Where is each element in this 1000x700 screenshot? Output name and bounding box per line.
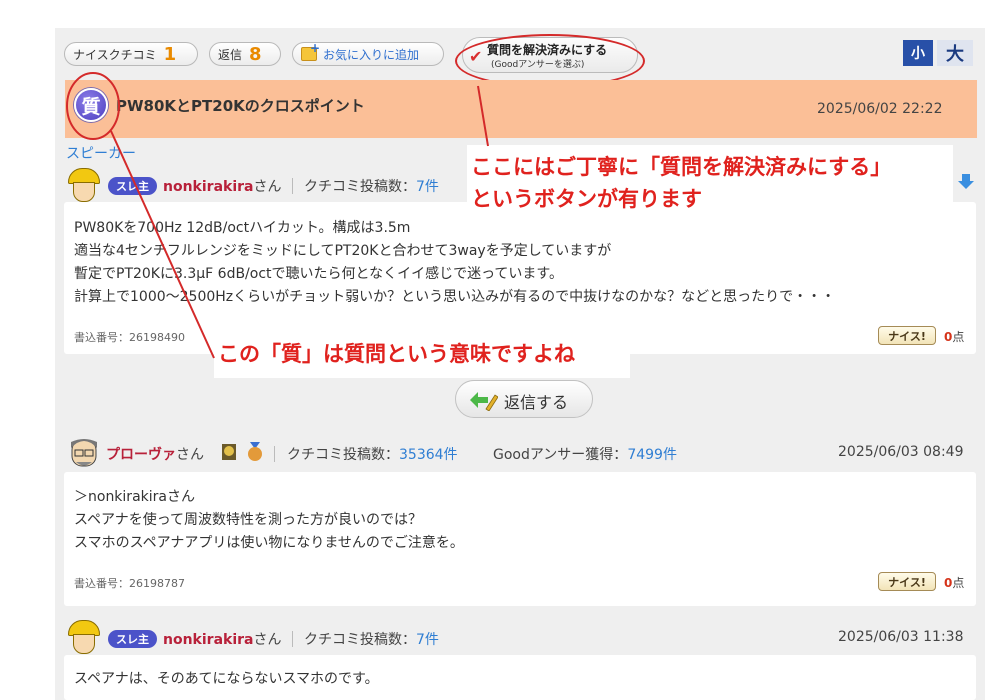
add-favorite-button[interactable]: お気に入りに追加 (292, 41, 444, 66)
nice-button[interactable]: ナイス! (878, 326, 936, 345)
question-date: 2025/06/02 22:22 (817, 101, 943, 117)
post-count: クチコミ投稿数：7件 (304, 179, 439, 195)
medal-icon (248, 442, 262, 461)
category-link[interactable]: スピーカー (66, 143, 136, 163)
post-text-line: スペアナを使って周波数特性を測った方が良いのでは？ (74, 512, 423, 528)
nice-kuchikomi-count: 1 (163, 43, 177, 65)
post-text-line: ＞nonkirakiraさん (74, 489, 195, 505)
thread-owner-badge: スレ主 (108, 177, 157, 195)
reply-count-button[interactable]: 返信 8 (209, 42, 281, 66)
nice-count: 0点 (944, 330, 965, 344)
annotation-text: この「質」は質問という意味ですよね (218, 342, 575, 366)
post-date: 2025/06/03 08:49 (838, 444, 964, 460)
nice-button[interactable]: ナイス! (878, 572, 936, 591)
scroll-down-icon[interactable] (957, 172, 975, 190)
nice-kuchikomi-button[interactable]: ナイスクチコミ 1 (64, 42, 198, 66)
font-size-small-button[interactable]: 小 (903, 40, 933, 66)
page-title: PW80KとPT20Kのクロスポイント (116, 97, 365, 115)
thread-owner-badge: スレ主 (108, 630, 157, 648)
good-answer-count: Goodアンサー獲得：7499件 (493, 447, 677, 463)
favorite-folder-icon (301, 41, 320, 61)
post-text-line: スペアナは、そのあてにならないスマホのです。 (74, 671, 379, 687)
reply-count-value: 8 (249, 43, 262, 65)
post-text-line: PW80Kを700Hz 12dB/octハイカット。構成は3.5m (74, 220, 411, 236)
post-text-line: 計算上で1000～2500Hzくらいがチョット弱いか？という思い込みが有るので中… (74, 289, 836, 305)
username-link[interactable]: nonkirakiraさん (163, 629, 281, 649)
divider (292, 178, 293, 194)
divider (274, 446, 275, 462)
divider (292, 631, 293, 647)
reply-pencil-icon (470, 392, 498, 411)
username-link[interactable]: nonkirakiraさん (163, 176, 281, 196)
post-number: 書込番号：26198787 (74, 577, 185, 590)
reply-button[interactable]: 返信する (455, 380, 593, 418)
post-count: クチコミ投稿数：35364件 (287, 447, 458, 463)
reply-count-label: 返信 (218, 47, 243, 62)
username-link[interactable]: プローヴァさん (106, 444, 204, 464)
annotation-text: ここにはご丁寧に「質問を解決済みにする」 (471, 155, 892, 179)
post-text-line: 暫定でPT20Kに3.3μF 6dB/octで聴いたら何となくイイ感じで迷ってい… (74, 266, 564, 282)
post-text-line: 適当な4センチフルレンジをミッドにしてPT20Kと合わせて3wayを予定していま… (74, 243, 612, 259)
add-favorite-label: お気に入りに追加 (323, 47, 420, 62)
trophy-icon (222, 444, 236, 460)
question-badge-icon: 質 (74, 88, 108, 122)
post-date: 2025/06/03 11:38 (838, 629, 964, 645)
avatar[interactable] (66, 168, 102, 204)
avatar[interactable] (66, 620, 102, 656)
font-size-large-button[interactable]: 大 (937, 40, 973, 66)
post-text-line: スマホのスペアナアプリは使い物になりませんのでご注意を。 (74, 535, 464, 551)
nice-count: 0点 (944, 576, 965, 590)
reply-button-label: 返信する (504, 393, 569, 412)
post-number: 書込番号：26198490 (74, 331, 185, 344)
avatar[interactable] (66, 436, 102, 472)
post-count: クチコミ投稿数：7件 (304, 632, 439, 648)
annotation-text: というボタンが有ります (471, 187, 702, 211)
nice-kuchikomi-label: ナイスクチコミ (73, 47, 157, 62)
